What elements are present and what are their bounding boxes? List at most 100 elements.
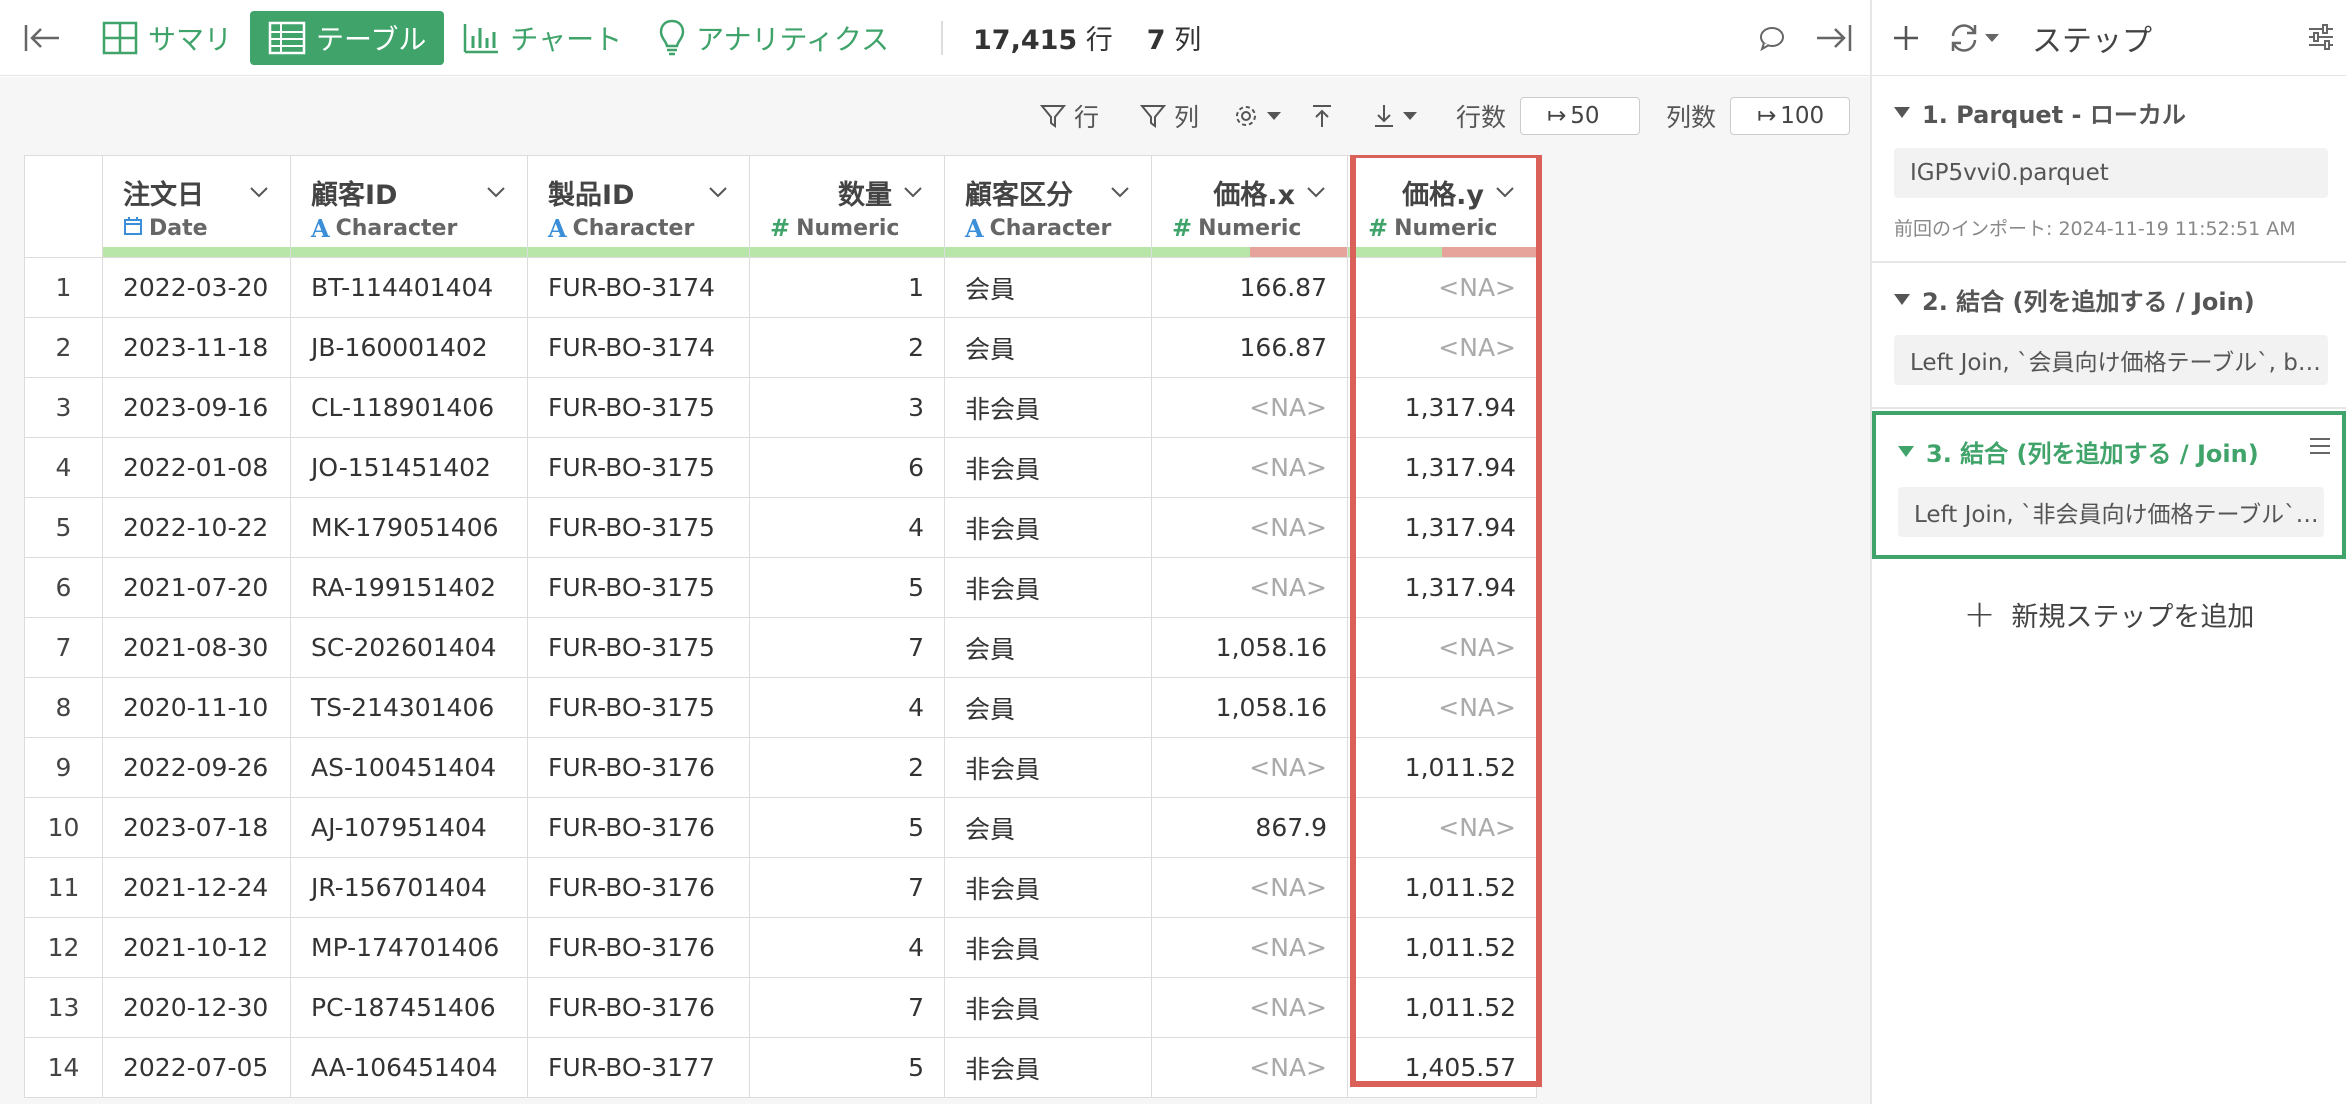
table-cell[interactable]: 4 <box>749 497 945 558</box>
table-cell[interactable]: FUR-BO-3175 <box>527 677 750 738</box>
table-cell[interactable]: FUR-BO-3174 <box>527 257 750 318</box>
collapse-left-button[interactable] <box>0 0 84 76</box>
table-cell[interactable]: 4 <box>749 917 945 978</box>
table-cell[interactable]: TS-214301406 <box>290 677 528 738</box>
expand-triangle-icon[interactable] <box>1894 293 1910 305</box>
table-cell[interactable]: 6 <box>749 437 945 498</box>
table-cell[interactable]: JR-156701404 <box>290 857 528 918</box>
table-cell[interactable]: 1,011.52 <box>1347 977 1537 1038</box>
comment-button[interactable] <box>1744 10 1800 66</box>
table-cell[interactable]: 166.87 <box>1151 257 1348 318</box>
table-cell[interactable]: AA-106451404 <box>290 1037 528 1098</box>
table-cell[interactable]: 1,317.94 <box>1347 377 1537 438</box>
add-step-button[interactable] <box>1886 24 1926 52</box>
table-cell[interactable]: 会員 <box>944 797 1152 858</box>
missing-values-bar[interactable] <box>1442 247 1536 257</box>
table-cell[interactable]: 5 <box>749 557 945 618</box>
table-cell[interactable]: FUR-BO-3175 <box>527 557 750 618</box>
tab-analytics[interactable]: アナリティクス <box>640 11 907 65</box>
column-header[interactable]: 価格.x # Numeric <box>1151 155 1348 258</box>
table-cell[interactable]: 5 <box>749 797 945 858</box>
table-cell[interactable]: 5 <box>749 1037 945 1098</box>
column-header[interactable]: 価格.y # Numeric <box>1347 155 1537 258</box>
table-cell[interactable]: 1,405.57 <box>1347 1037 1537 1098</box>
table-cell[interactable]: FUR-BO-3177 <box>527 1037 750 1098</box>
table-cell[interactable]: 1,058.16 <box>1151 617 1348 678</box>
rows-limit-input[interactable]: ↦ 50 <box>1520 97 1640 135</box>
table-cell[interactable]: 2022-01-08 <box>102 437 291 498</box>
table-cell[interactable]: SC-202601404 <box>290 617 528 678</box>
table-cell[interactable]: <NA> <box>1151 977 1348 1038</box>
column-header[interactable]: 顧客区分 A Character <box>944 155 1152 258</box>
table-cell[interactable]: 3 <box>749 377 945 438</box>
table-cell[interactable]: 867.9 <box>1151 797 1348 858</box>
add-new-step-button[interactable]: + 新規ステップを追加 <box>1872 559 2346 669</box>
table-cell[interactable]: 2020-12-30 <box>102 977 291 1038</box>
tab-summary[interactable]: サマリ <box>84 11 250 65</box>
download-dropdown[interactable] <box>1372 77 1418 155</box>
table-cell[interactable]: 1,317.94 <box>1347 557 1537 618</box>
table-cell[interactable]: 1,011.52 <box>1347 857 1537 918</box>
column-quality-bar[interactable] <box>291 247 527 257</box>
table-cell[interactable]: 1,317.94 <box>1347 497 1537 558</box>
table-cell[interactable]: 2 <box>749 317 945 378</box>
table-cell[interactable]: FUR-BO-3175 <box>527 377 750 438</box>
column-header[interactable]: 製品ID A Character <box>527 155 750 258</box>
table-cell[interactable]: 2020-11-10 <box>102 677 291 738</box>
expand-triangle-icon[interactable] <box>1894 106 1910 118</box>
table-cell[interactable]: CL-118901406 <box>290 377 528 438</box>
table-cell[interactable]: 2021-10-12 <box>102 917 291 978</box>
table-cell[interactable]: 非会員 <box>944 857 1152 918</box>
table-cell[interactable]: <NA> <box>1347 257 1537 318</box>
table-cell[interactable]: FUR-BO-3176 <box>527 917 750 978</box>
column-quality-bar[interactable] <box>103 247 290 257</box>
table-cell[interactable]: 2021-08-30 <box>102 617 291 678</box>
cols-limit-input[interactable]: ↦ 100 <box>1730 97 1850 135</box>
chevron-down-icon[interactable] <box>1305 181 1327 203</box>
column-header[interactable]: 注文日 Date <box>102 155 291 258</box>
table-cell[interactable]: 7 <box>749 977 945 1038</box>
table-cell[interactable]: 会員 <box>944 257 1152 318</box>
table-cell[interactable]: 1,011.52 <box>1347 737 1537 798</box>
table-cell[interactable]: 会員 <box>944 677 1152 738</box>
table-cell[interactable]: AJ-107951404 <box>290 797 528 858</box>
table-cell[interactable]: FUR-BO-3175 <box>527 617 750 678</box>
table-cell[interactable]: 2021-07-20 <box>102 557 291 618</box>
table-cell[interactable]: <NA> <box>1151 1037 1348 1098</box>
tab-table[interactable]: テーブル <box>250 10 445 65</box>
table-cell[interactable]: <NA> <box>1151 497 1348 558</box>
table-cell[interactable]: 2022-09-26 <box>102 737 291 798</box>
table-cell[interactable]: 1,317.94 <box>1347 437 1537 498</box>
table-cell[interactable]: 166.87 <box>1151 317 1348 378</box>
table-cell[interactable]: JB-160001402 <box>290 317 528 378</box>
tab-chart[interactable]: チャート <box>444 11 640 65</box>
table-cell[interactable]: <NA> <box>1151 737 1348 798</box>
table-cell[interactable]: FUR-BO-3174 <box>527 317 750 378</box>
column-quality-bar[interactable] <box>528 247 749 257</box>
table-cell[interactable]: 非会員 <box>944 977 1152 1038</box>
table-cell[interactable]: 非会員 <box>944 917 1152 978</box>
table-cell[interactable]: RA-199151402 <box>290 557 528 618</box>
table-cell[interactable]: FUR-BO-3176 <box>527 977 750 1038</box>
table-cell[interactable]: 非会員 <box>944 557 1152 618</box>
table-cell[interactable]: 2023-07-18 <box>102 797 291 858</box>
filter-rows-button[interactable]: 行 <box>1040 77 1099 155</box>
table-cell[interactable]: PC-187451406 <box>290 977 528 1038</box>
chevron-down-icon[interactable] <box>707 181 729 203</box>
table-cell[interactable]: 2023-11-18 <box>102 317 291 378</box>
table-cell[interactable]: <NA> <box>1151 857 1348 918</box>
table-cell[interactable]: FUR-BO-3175 <box>527 437 750 498</box>
chevron-down-icon[interactable] <box>485 181 507 203</box>
step-1[interactable]: 1. Parquet - ローカル IGP5vvi0.parquet 前回のイン… <box>1872 76 2346 263</box>
column-header[interactable]: 顧客ID A Character <box>290 155 528 258</box>
table-cell[interactable]: <NA> <box>1151 437 1348 498</box>
table-cell[interactable]: 4 <box>749 677 945 738</box>
table-cell[interactable]: 2 <box>749 737 945 798</box>
table-cell[interactable]: 2023-09-16 <box>102 377 291 438</box>
table-cell[interactable]: 非会員 <box>944 377 1152 438</box>
column-quality-bar[interactable] <box>1348 247 1536 257</box>
column-quality-bar[interactable] <box>750 247 944 257</box>
filter-columns-button[interactable]: 列 <box>1140 77 1199 155</box>
table-cell[interactable]: 7 <box>749 617 945 678</box>
column-quality-bar[interactable] <box>945 247 1151 257</box>
